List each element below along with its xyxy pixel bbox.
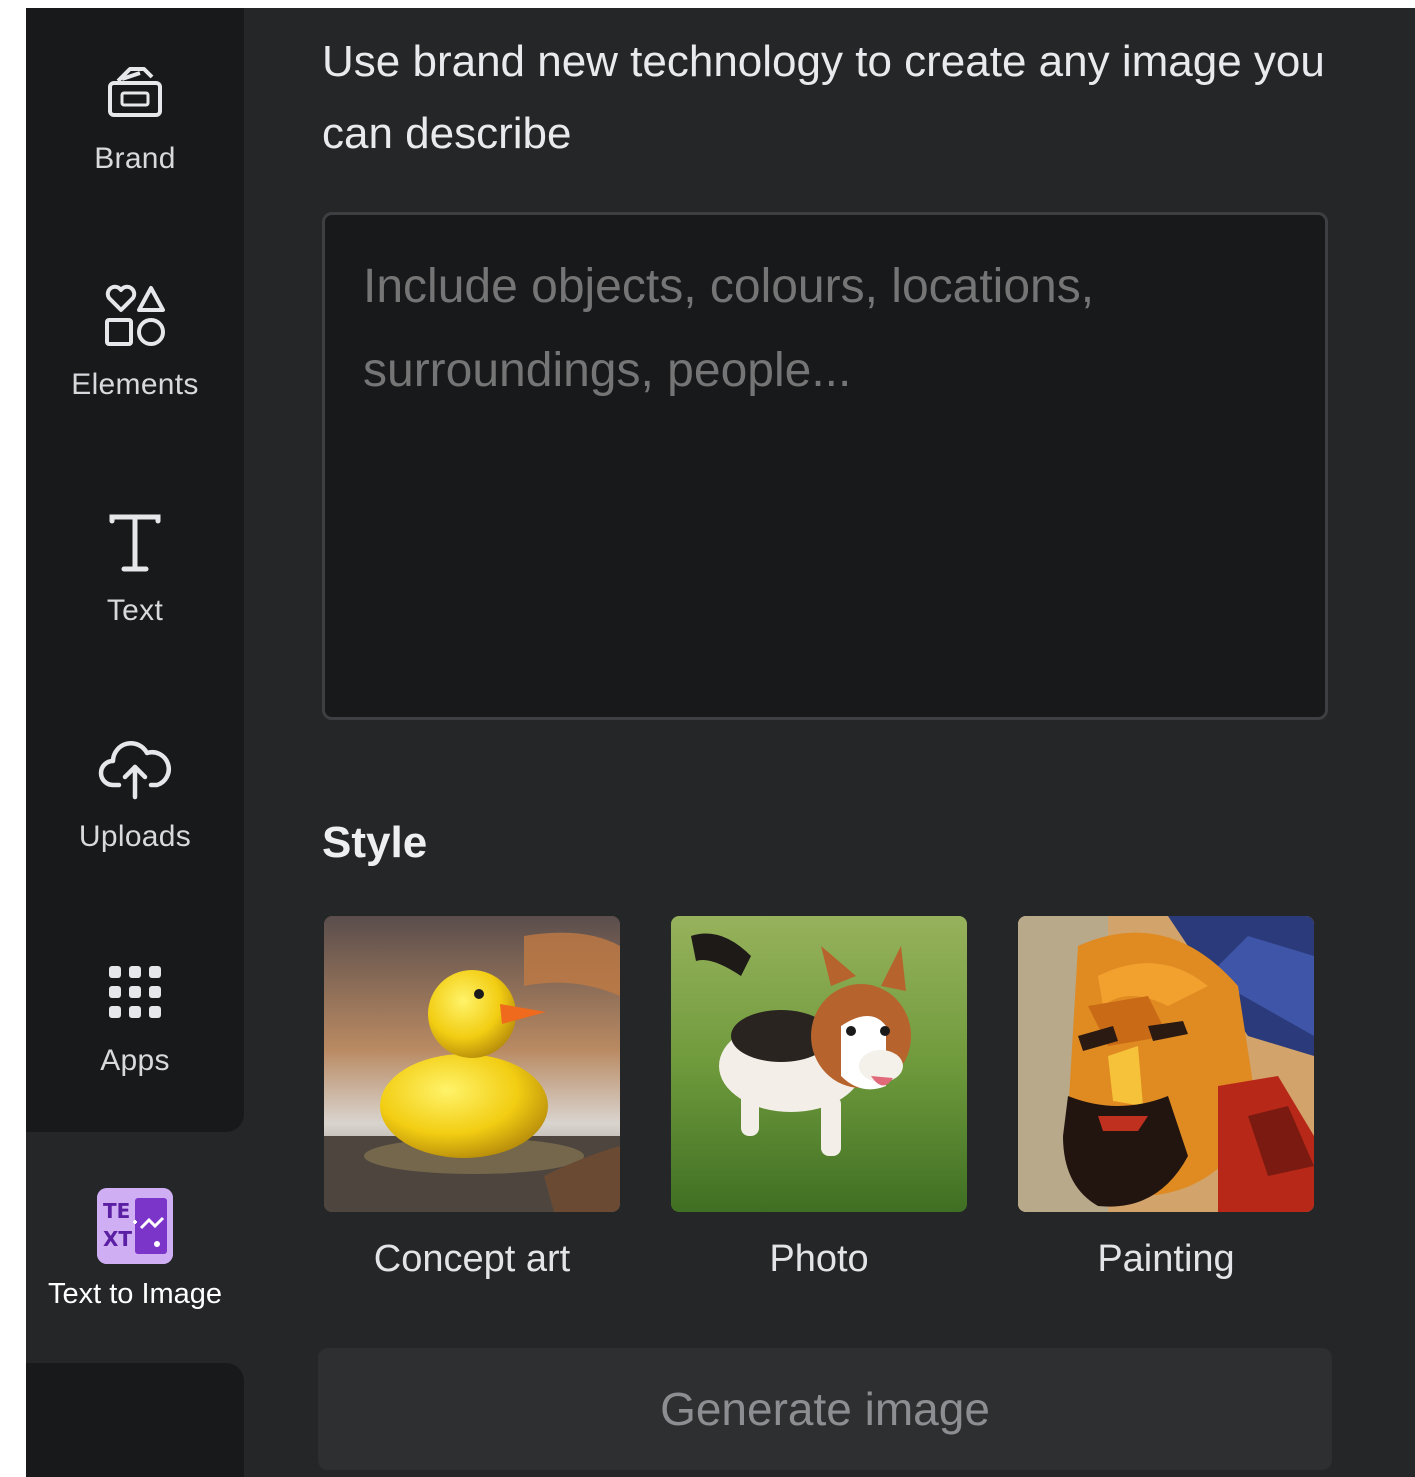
- corgi-puppy-thumbnail: [671, 916, 967, 1212]
- sidebar-rail-bottom: [26, 1363, 244, 1477]
- style-option-label: Photo: [769, 1238, 869, 1280]
- style-option-label: Painting: [1097, 1238, 1235, 1280]
- style-option-concept-art[interactable]: Concept art: [324, 916, 620, 1281]
- sidebar-item-uploads[interactable]: Uploads: [26, 728, 244, 918]
- sidebar-item-label: Text: [106, 594, 164, 627]
- sidebar-item-elements[interactable]: Elements: [26, 276, 244, 466]
- sidebar-item-text[interactable]: Text: [26, 502, 244, 692]
- sidebar-item-text-to-image[interactable]: TE XT Text to Image: [26, 1188, 244, 1378]
- rubber-duck-thumbnail: [324, 916, 620, 1212]
- text-to-image-icon: TE XT: [97, 1188, 173, 1264]
- sidebar-item-label: Text to Image: [47, 1278, 223, 1310]
- sidebar-item-label: Brand: [94, 142, 176, 175]
- shapes-icon: [95, 276, 175, 356]
- style-option-label: Concept art: [373, 1238, 571, 1280]
- sidebar-item-label: Apps: [100, 1044, 170, 1077]
- cloud-upload-icon: [95, 728, 175, 808]
- svg-text:TE: TE: [103, 1199, 130, 1223]
- brand-kit-icon: [95, 50, 175, 130]
- editor-app: Brand Elements Text Uploads Apps TE XT T…: [26, 8, 1415, 1477]
- portrait-painting-thumbnail: [1018, 916, 1314, 1212]
- generate-image-button[interactable]: Generate image: [318, 1348, 1332, 1470]
- prompt-input[interactable]: [322, 212, 1328, 720]
- text-icon: [95, 502, 175, 582]
- sidebar-item-label: Uploads: [78, 820, 192, 853]
- sidebar-item-brand[interactable]: Brand: [26, 50, 244, 240]
- sidebar: Brand Elements Text Uploads Apps TE XT T…: [26, 8, 244, 1477]
- style-heading: Style: [322, 818, 428, 867]
- apps-grid-icon: [95, 952, 175, 1032]
- intro-text: Use brand new technology to create any i…: [322, 37, 1325, 158]
- text-to-image-panel: Use brand new technology to create any i…: [318, 8, 1334, 1477]
- sidebar-item-apps[interactable]: Apps: [26, 952, 244, 1142]
- sidebar-item-label: Elements: [71, 368, 199, 401]
- style-option-painting[interactable]: Painting: [1018, 916, 1314, 1281]
- svg-text:XT: XT: [103, 1227, 132, 1251]
- style-option-photo[interactable]: Photo: [671, 916, 967, 1281]
